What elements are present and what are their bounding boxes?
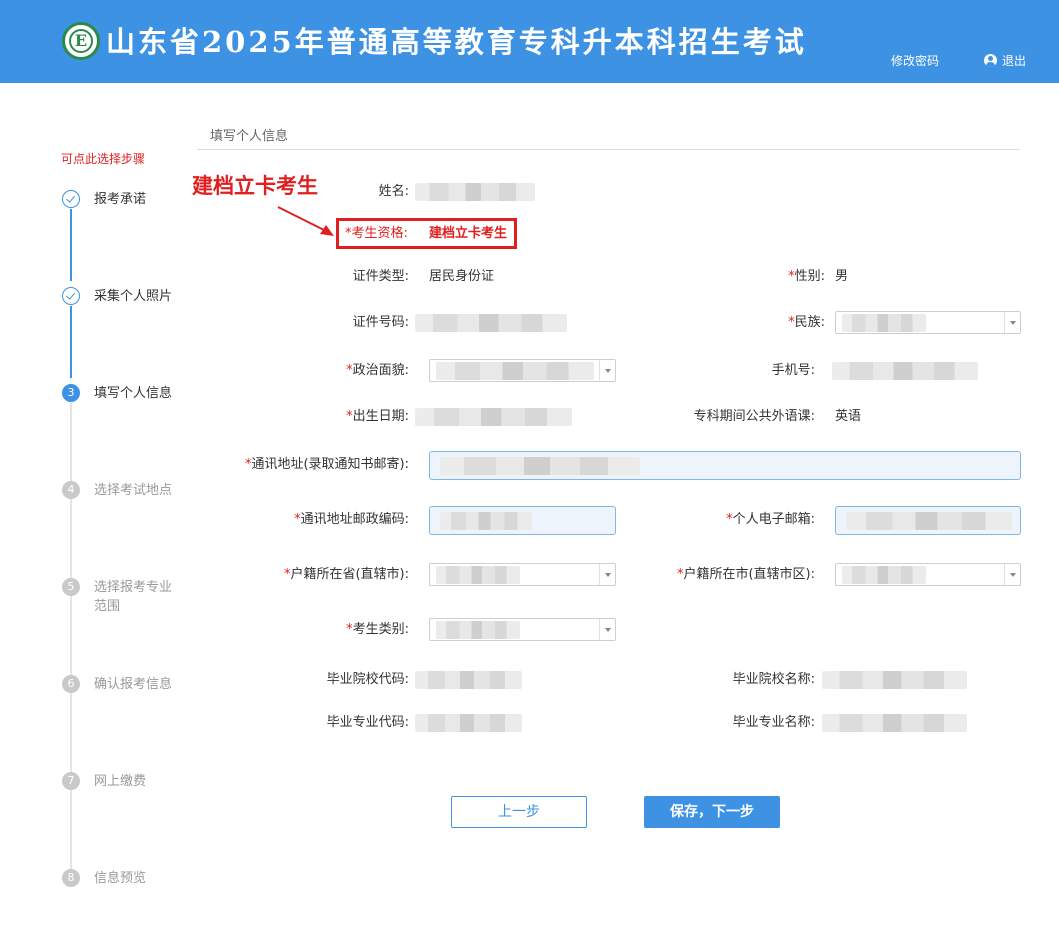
top-header: E 山东省2025年普通高等教育专科升本科招生考试 修改密码 退出 <box>0 0 1059 83</box>
category-select[interactable] <box>429 618 616 641</box>
id-number-redacted <box>415 314 567 332</box>
ethnicity-select[interactable] <box>835 311 1021 334</box>
step-label: 选择考试地点 <box>94 483 173 498</box>
app-title: 山东省2025年普通高等教育专科升本科招生考试 <box>106 25 807 59</box>
email-value-redacted <box>846 512 1012 530</box>
prev-step-button[interactable]: 上一步 <box>451 796 587 828</box>
school-code-redacted <box>415 671 522 689</box>
step-number: 8 <box>62 869 80 887</box>
phone-label: 手机号: <box>771 363 815 378</box>
annotation-arrow-icon <box>277 206 334 236</box>
change-password-link[interactable]: 修改密码 <box>891 53 939 69</box>
step-label: 选择报考专业范围 <box>94 580 173 614</box>
section-title: 填写个人信息 <box>210 129 289 144</box>
id-type-label: 证件类型: <box>352 269 409 284</box>
chevron-down-icon <box>1004 564 1020 585</box>
political-label: *政治面貌: <box>346 363 409 378</box>
save-next-button[interactable]: 保存，下一步 <box>644 796 780 828</box>
major-name-label: 毕业专业名称: <box>732 715 815 730</box>
birth-label: *出生日期: <box>346 409 409 424</box>
postcode-label: *通讯地址邮政编码: <box>294 512 409 527</box>
logo-letter: E <box>69 29 93 53</box>
qualification-label: *考生资格: <box>345 226 408 241</box>
hukou-province-value-redacted <box>436 566 520 584</box>
postcode-value-redacted <box>440 512 532 530</box>
category-label: *考生类别: <box>346 622 409 637</box>
check-icon <box>62 287 80 305</box>
step-number: 6 <box>62 675 80 693</box>
logo-icon: E <box>62 22 100 60</box>
address-value-redacted <box>440 457 640 475</box>
chevron-down-icon <box>599 564 615 585</box>
hukou-province-select[interactable] <box>429 563 616 586</box>
phone-redacted <box>832 362 978 380</box>
hukou-province-label: *户籍所在省(直辖市): <box>283 567 409 582</box>
name-label: 姓名: <box>378 184 409 199</box>
major-name-redacted <box>822 714 967 732</box>
gender-value: 男 <box>835 269 849 284</box>
postcode-input[interactable] <box>429 506 616 535</box>
user-icon <box>984 54 997 67</box>
name-value-redacted <box>415 183 535 201</box>
foreign-language-label: 专科期间公共外语课: <box>693 409 815 424</box>
step-connector <box>70 209 72 281</box>
qualification-value: 建档立卡考生 <box>429 226 508 241</box>
step-label: 信息预览 <box>94 871 147 886</box>
section-divider <box>197 149 1020 150</box>
step-hint: 可点此选择步骤 <box>61 152 146 166</box>
step-label: 填写个人信息 <box>94 386 173 401</box>
email-label: *个人电子邮箱: <box>726 512 815 527</box>
step-label: 采集个人照片 <box>94 289 173 304</box>
major-code-label: 毕业专业代码: <box>326 715 409 730</box>
step-number: 5 <box>62 578 80 596</box>
foreign-language-value: 英语 <box>835 409 862 424</box>
chevron-down-icon <box>1004 312 1020 333</box>
logout-label: 退出 <box>1002 54 1027 68</box>
id-type-value: 居民身份证 <box>429 269 495 284</box>
address-input[interactable] <box>429 451 1021 480</box>
hukou-city-value-redacted <box>842 566 926 584</box>
chevron-down-icon <box>599 619 615 640</box>
id-number-label: 证件号码: <box>352 315 409 330</box>
school-code-label: 毕业院校代码: <box>326 672 409 687</box>
gender-label: *性别: <box>788 269 825 284</box>
check-icon <box>62 190 80 208</box>
school-name-redacted <box>822 671 967 689</box>
address-label: *通讯地址(录取通知书邮寄): <box>244 457 409 472</box>
step-number: 3 <box>62 384 80 402</box>
birth-redacted <box>415 408 572 426</box>
category-value-redacted <box>436 621 520 639</box>
step-number: 4 <box>62 481 80 499</box>
logout-link[interactable]: 退出 <box>984 53 1026 69</box>
email-input[interactable] <box>835 506 1021 535</box>
step-label: 报考承诺 <box>94 192 147 207</box>
annotation-text: 建档立卡考生 <box>192 174 318 198</box>
step-label: 确认报考信息 <box>94 677 173 692</box>
hukou-city-select[interactable] <box>835 563 1021 586</box>
step-connector <box>70 403 72 873</box>
major-code-redacted <box>415 714 522 732</box>
school-name-label: 毕业院校名称: <box>732 672 815 687</box>
political-value-redacted <box>436 362 594 380</box>
political-select[interactable] <box>429 359 616 382</box>
ethnicity-label: *民族: <box>788 315 825 330</box>
chevron-down-icon <box>599 360 615 381</box>
step-number: 7 <box>62 772 80 790</box>
qualification-highlight: *考生资格: 建档立卡考生 <box>336 218 517 249</box>
ethnicity-value-redacted <box>842 314 926 332</box>
step-label: 网上缴费 <box>94 774 147 789</box>
hukou-city-label: *户籍所在市(直辖市区): <box>676 567 815 582</box>
step-connector <box>70 306 72 378</box>
